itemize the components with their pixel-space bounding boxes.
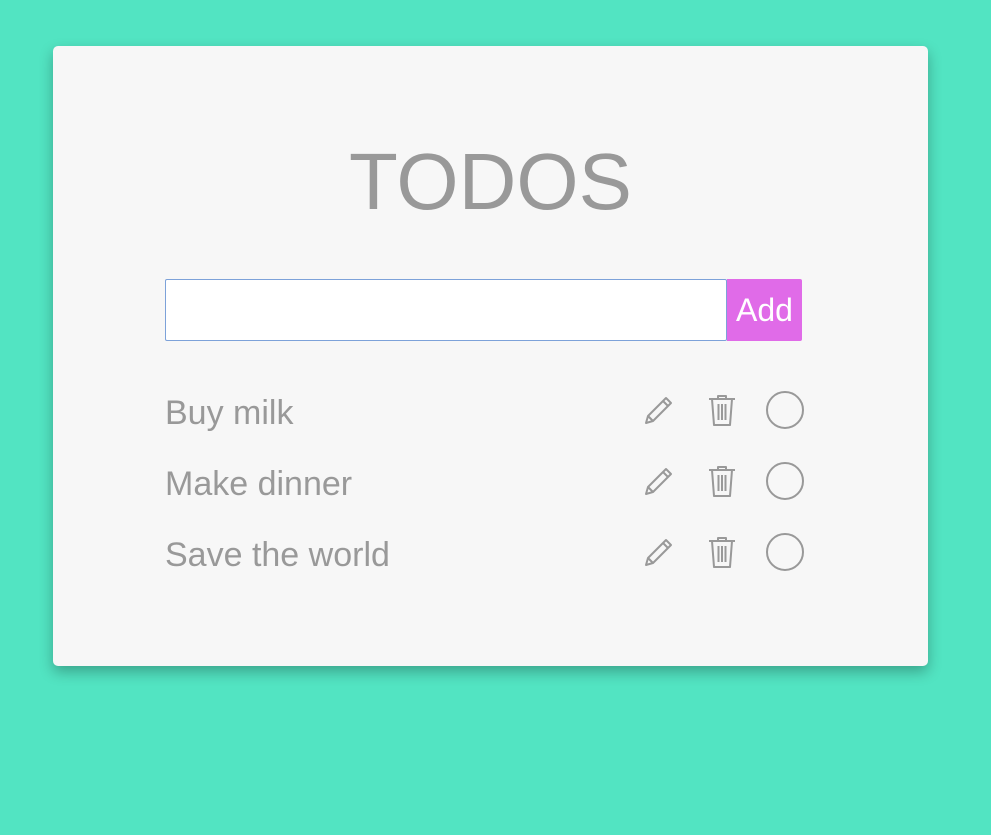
circle-icon[interactable] — [765, 461, 805, 501]
list-item: Make dinner — [165, 448, 810, 519]
list-item: Save the world — [165, 519, 810, 590]
add-button[interactable]: Add — [727, 279, 802, 341]
add-todo-form: Add — [165, 279, 802, 341]
page-title: TODOS — [348, 137, 632, 226]
todo-label: Make dinner — [165, 465, 353, 503]
trash-icon[interactable] — [702, 390, 742, 430]
circle-icon[interactable] — [765, 390, 805, 430]
todo-card: TODOS Add Buy milk Make dinner Save the … — [53, 46, 928, 666]
todo-input[interactable] — [165, 279, 727, 341]
circle-icon[interactable] — [765, 532, 805, 572]
pencil-icon[interactable] — [639, 461, 679, 501]
todo-label: Buy milk — [165, 394, 294, 432]
pencil-icon[interactable] — [639, 532, 679, 572]
todo-label: Save the world — [165, 536, 390, 574]
pencil-icon[interactable] — [639, 390, 679, 430]
todo-list: Buy milk Make dinner Save the world — [165, 377, 810, 590]
trash-icon[interactable] — [702, 532, 742, 572]
list-item: Buy milk — [165, 377, 810, 448]
trash-icon[interactable] — [702, 461, 742, 501]
